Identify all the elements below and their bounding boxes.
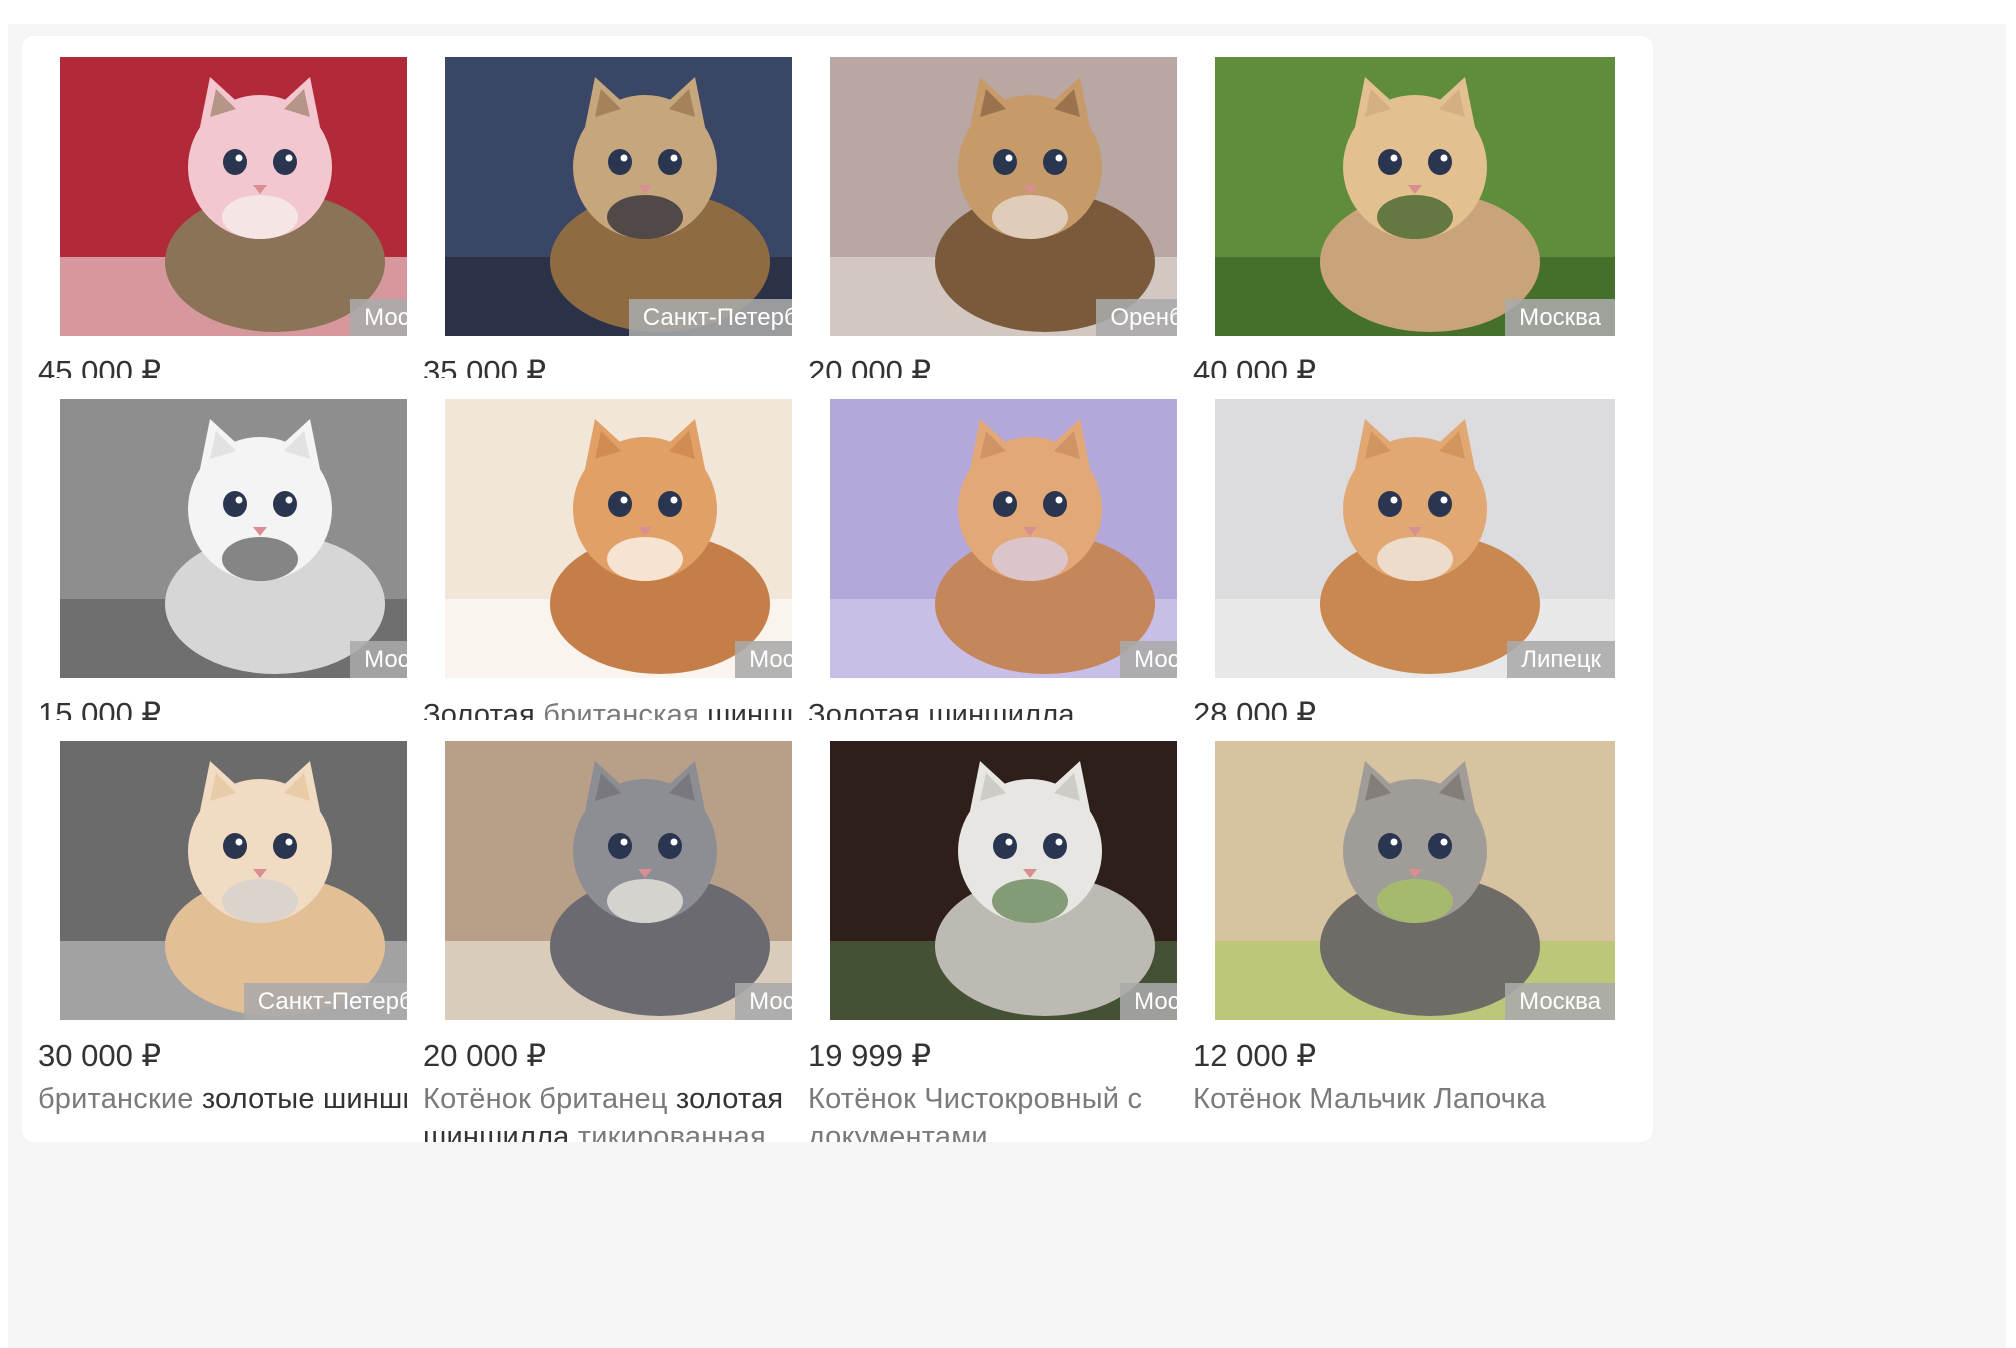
- title-text: тикированная: [569, 1121, 766, 1142]
- title-text: [315, 1083, 323, 1115]
- ginger-kitten-lilac-background-photo[interactable]: Москва: [830, 399, 1230, 678]
- title-text: Котёнок Мальчик Лапочка: [1193, 1083, 1546, 1115]
- title-text: британские: [38, 1083, 202, 1115]
- city-badge: Липецк: [1507, 641, 1615, 678]
- listings-grid: Москва45 000 ₽Британские золотые шиншилл…: [8, 24, 2006, 1348]
- white-kitten-window-photo[interactable]: Москва: [830, 741, 1230, 1020]
- listing-price: 12 000 ₽: [1193, 1038, 1317, 1073]
- listing-price: 19 999 ₽: [808, 1038, 932, 1073]
- ginger-kitten-sitting-photo[interactable]: Липецк: [1215, 399, 1615, 678]
- listing-title-link[interactable]: Котёнок Мальчик Лапочка: [1193, 1080, 1639, 1118]
- city-badge: Москва: [1505, 299, 1615, 336]
- listing-price: 30 000 ₽: [38, 1038, 162, 1073]
- grey-kitten-flowers-photo[interactable]: Москва: [445, 741, 845, 1020]
- title-match-text: шиншилла: [423, 1121, 570, 1142]
- title-text: Котёнок британец: [423, 1083, 676, 1115]
- listing-card[interactable]: Москва 12 000 ₽ Котёнок Мальчик Лапочка: [1177, 720, 1653, 1142]
- tabby-kitten-photo[interactable]: Москва: [60, 57, 460, 336]
- listing-price: 20 000 ₽: [423, 1038, 547, 1073]
- city-badge: Москва: [1505, 983, 1615, 1020]
- kitten-in-grass-photo[interactable]: Москва: [1215, 57, 1615, 336]
- title-match-text: золотая: [675, 1083, 784, 1115]
- silver-tabby-kitten-photo[interactable]: Москва: [1215, 741, 1615, 1020]
- green-eyed-cat-photo[interactable]: Оренбург: [830, 57, 1230, 336]
- white-kitten-photo[interactable]: Москва: [60, 399, 460, 678]
- ginger-kitten-photo[interactable]: Москва: [445, 399, 845, 678]
- kitten-space-background-photo[interactable]: Санкт-Петербург: [445, 57, 845, 336]
- title-match-text: золотые: [201, 1083, 315, 1115]
- title-text: Котёнок Чистокровный с документами: [808, 1083, 1143, 1142]
- cream-cat-photo[interactable]: Санкт-Петербург: [60, 741, 460, 1020]
